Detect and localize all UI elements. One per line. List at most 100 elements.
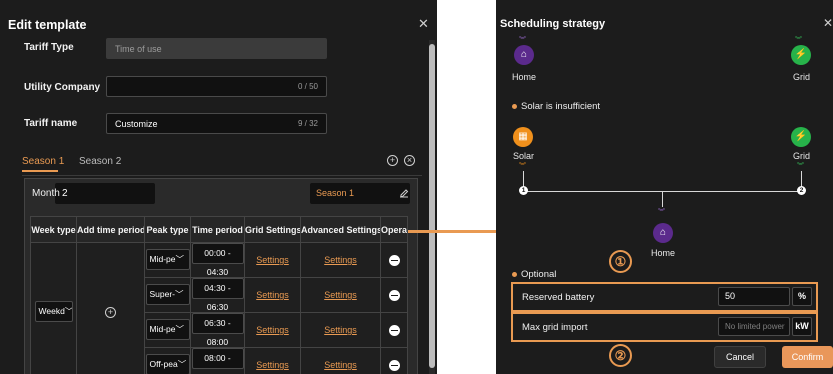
chevron-down-icon: ﹀: [175, 288, 184, 299]
screenshot-canvas: Edit template ✕ Tariff Type Time of use …: [0, 0, 833, 374]
tariff-name-value: Customize: [115, 118, 158, 129]
time-period-cell: 04:30 - 06:30: [190, 277, 245, 313]
col-grid-settings: Grid Settings: [244, 216, 301, 243]
season-name-input[interactable]: Season 1: [310, 183, 410, 204]
time-period-cell: 06:30 - 08:00: [190, 312, 245, 348]
callout-1: ①: [609, 250, 632, 273]
grid-flow-line: [801, 171, 802, 187]
add-time-period-icon[interactable]: +: [105, 307, 116, 318]
condition-label: Solar is insufficient: [512, 101, 600, 112]
dialog-title: Scheduling strategy: [500, 18, 606, 30]
peak-type-select[interactable]: Off-pea﹀: [145, 353, 190, 374]
time-period-cell: 00:00 - 04:30: [190, 242, 245, 278]
grid-settings-link[interactable]: Settings: [256, 325, 289, 335]
utility-company-input[interactable]: 0 / 50: [106, 76, 327, 97]
tabs-divider: [22, 175, 422, 176]
advanced-settings-link[interactable]: Settings: [324, 325, 357, 335]
col-peak-type: Peak type: [144, 216, 191, 243]
col-operate: Operate: [380, 216, 408, 243]
col-week-type: Week type: [30, 216, 77, 243]
chevron-down-icon: ︾: [795, 37, 802, 44]
peak-type-value: Mid-pe: [149, 253, 176, 264]
add-time-period-cell: +: [76, 242, 145, 374]
chevron-down-icon: ︾: [797, 163, 804, 170]
chevron-down-icon: ﹀: [175, 323, 184, 334]
reserved-battery-label: Reserved battery: [522, 292, 595, 303]
advanced-settings-cell: Settings: [300, 347, 381, 374]
edit-icon[interactable]: [398, 187, 410, 199]
close-icon[interactable]: ✕: [823, 16, 833, 30]
grid-settings-link[interactable]: Settings: [256, 290, 289, 300]
scheduling-strategy-dialog: Scheduling strategy ✕ ︾ ⌂ Home ︾ ⚡ Grid …: [496, 0, 833, 374]
active-tab-indicator: [22, 170, 58, 172]
dialog-title: Edit template: [8, 18, 87, 32]
operate-cell: [380, 347, 408, 374]
tab-season-2[interactable]: Season 2: [79, 156, 121, 167]
advanced-settings-link[interactable]: Settings: [324, 360, 357, 370]
grid-settings-cell: Settings: [244, 277, 301, 313]
col-advanced-settings: Advanced Settings: [300, 216, 381, 243]
month-label: Month: [32, 188, 60, 199]
time-period-input[interactable]: 08:00 - 10:00: [191, 348, 244, 374]
peak-type-cell: Off-pea﹀: [144, 347, 191, 374]
add-season-icon[interactable]: +: [387, 155, 398, 166]
peak-type-value: Super-: [149, 288, 176, 299]
operate-cell: [380, 242, 408, 278]
scrollbar-thumb[interactable]: [429, 44, 435, 368]
remove-row-icon[interactable]: [388, 254, 400, 266]
peak-type-select[interactable]: Mid-pe﹀: [145, 318, 190, 340]
max-grid-import-label: Max grid import: [522, 322, 588, 333]
week-type-select[interactable]: Weekd﹀: [34, 301, 73, 322]
time-period-input[interactable]: 00:00 - 04:30: [191, 243, 244, 277]
time-period-table: Week type Add time period Peak type Time…: [30, 216, 408, 374]
max-grid-import-unit: kW: [792, 317, 812, 336]
grid-tower-icon: ⚡: [791, 45, 811, 65]
max-grid-import-input[interactable]: No limited power: [718, 317, 790, 336]
bullet-dot: [512, 271, 517, 277]
time-period-cell: 08:00 - 10:00: [190, 347, 245, 374]
table-row: Weekd﹀ + Mid-pe﹀ 00:00 - 04:30 Settings …: [30, 242, 408, 374]
reserved-battery-unit: %: [792, 287, 812, 306]
remove-season-icon[interactable]: ×: [404, 155, 415, 166]
confirm-button[interactable]: Confirm: [782, 346, 833, 368]
junction-2: 2: [797, 186, 806, 195]
col-time-period: Time period: [190, 216, 245, 243]
peak-type-select[interactable]: Super-﹀: [145, 283, 190, 305]
reserved-battery-input[interactable]: 50: [718, 287, 790, 306]
advanced-settings-link[interactable]: Settings: [324, 290, 357, 300]
utility-company-counter: 0 / 50: [297, 82, 318, 91]
tariff-name-input[interactable]: Customize 9 / 32: [106, 113, 327, 134]
month-value: 2: [62, 188, 68, 199]
tab-season-1[interactable]: Season 1: [22, 156, 64, 167]
tariff-type-field: Time of use: [106, 38, 327, 59]
callout-2: ②: [609, 344, 632, 367]
peak-type-value: Mid-pe: [149, 323, 176, 334]
cancel-button[interactable]: Cancel: [714, 346, 766, 368]
grid-tower-icon: ⚡: [791, 127, 811, 147]
remove-row-icon[interactable]: [388, 324, 400, 336]
advanced-settings-link[interactable]: Settings: [324, 255, 357, 265]
home-flow-line: [662, 191, 663, 207]
solar-panel-icon: ▦: [513, 127, 533, 147]
connector-arrow-line: [408, 230, 504, 233]
home-icon: ⌂: [514, 45, 534, 65]
remove-row-icon[interactable]: [388, 359, 400, 371]
optional-text: Optional: [521, 269, 557, 280]
time-period-input[interactable]: 04:30 - 06:30: [191, 278, 244, 312]
month-input[interactable]: [55, 183, 155, 204]
remove-row-icon[interactable]: [388, 289, 400, 301]
condition-text: Solar is insufficient: [521, 101, 601, 112]
peak-type-value: Off-pea: [149, 358, 178, 369]
time-period-input[interactable]: 06:30 - 08:00: [191, 313, 244, 347]
grid-label: Grid: [793, 151, 811, 161]
close-icon[interactable]: ✕: [418, 16, 429, 32]
solar-flow-line: [523, 171, 524, 187]
advanced-settings-cell: Settings: [300, 312, 381, 348]
chevron-down-icon: ﹀: [175, 253, 184, 264]
junction-1: 1: [519, 186, 528, 195]
peak-type-select[interactable]: Mid-pe﹀: [145, 248, 190, 270]
tariff-name-label: Tariff name: [24, 118, 78, 129]
grid-settings-link[interactable]: Settings: [256, 360, 289, 370]
grid-settings-link[interactable]: Settings: [256, 255, 289, 265]
chevron-down-icon: ︾: [519, 37, 526, 44]
